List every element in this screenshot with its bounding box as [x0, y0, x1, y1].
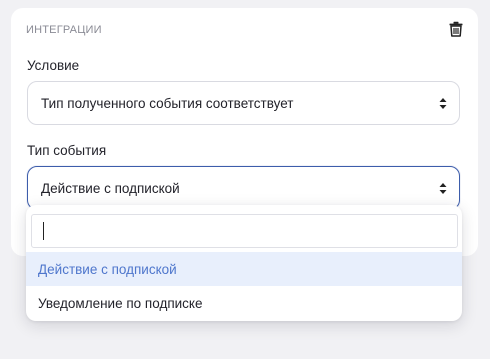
dropdown-option-subscription-action[interactable]: Действие с подпиской	[26, 252, 462, 286]
condition-label: Условие	[27, 58, 80, 73]
text-cursor	[43, 222, 44, 240]
dropdown-search-input[interactable]	[31, 214, 458, 248]
dropdown-option-label: Уведомление по подписке	[38, 296, 203, 311]
condition-select-value: Тип полученного события соответствует	[41, 96, 294, 111]
event-type-label: Тип события	[27, 143, 107, 158]
sort-chevron-icon	[439, 98, 447, 109]
trash-icon[interactable]	[449, 21, 463, 37]
event-type-select-value: Действие с подпиской	[41, 181, 180, 196]
sort-chevron-icon	[439, 183, 447, 194]
event-type-dropdown: Действие с подпиской Уведомление по подп…	[26, 205, 462, 321]
dropdown-option-subscription-notification[interactable]: Уведомление по подписке	[26, 286, 462, 320]
dropdown-option-label: Действие с подпиской	[38, 262, 177, 277]
section-title: ИНТЕГРАЦИИ	[26, 24, 102, 36]
event-type-select[interactable]: Действие с подпиской	[27, 166, 460, 210]
condition-select[interactable]: Тип полученного события соответствует	[27, 81, 460, 125]
